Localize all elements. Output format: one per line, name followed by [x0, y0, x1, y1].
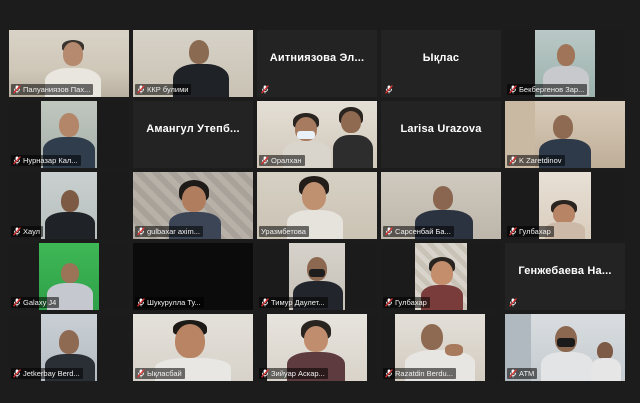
muted-mic-icon [509, 369, 517, 378]
name-label: Нурназар Кал... [11, 155, 81, 166]
muted-mic-icon [385, 298, 393, 307]
muted-mic-icon [137, 85, 145, 94]
muted-mic-icon [13, 156, 21, 165]
participant-tile[interactable]: Хаул [9, 172, 129, 239]
muted-mic-icon [137, 227, 145, 236]
name-label: Оралхан [259, 155, 305, 166]
participant-tile[interactable]: Сарсенбай Ба... [381, 172, 501, 239]
participant-tile[interactable]: Генжебаева На... [505, 243, 625, 310]
participant-tile[interactable]: Galaxy J4 [9, 243, 129, 310]
participant-tile[interactable]: Аитниязова Эл... [257, 30, 377, 97]
participant-name: Ықлас [422, 52, 460, 64]
participant-name: Генжебаева На... [518, 265, 612, 277]
participant-tile[interactable]: ATM [505, 314, 625, 381]
participant-tile[interactable]: Larisa Urazova [381, 101, 501, 168]
name-label: Jetkerbay Berd... [11, 368, 83, 379]
name-label: ККР булими [135, 84, 192, 95]
name-label: Гулбахар [383, 297, 430, 308]
participant-tile[interactable]: Тимур Даулет... [257, 243, 377, 310]
muted-mic-icon [261, 85, 269, 94]
participant-name: Larisa Urazova [400, 123, 482, 135]
muted-mic-icon [509, 85, 517, 94]
name-label: Бекбергенов Зар... [507, 84, 588, 95]
name-label [383, 84, 396, 95]
name-label: K Zaretdinov [507, 155, 565, 166]
name-label [259, 84, 272, 95]
name-label: ATM [507, 368, 538, 379]
participant-tile[interactable]: Гулбахар [505, 172, 625, 239]
muted-mic-icon [137, 298, 145, 307]
name-label [507, 297, 520, 308]
muted-mic-icon [137, 369, 145, 378]
name-label: gulbaxar axim... [135, 226, 203, 237]
participant-tile-active-speaker[interactable]: Уразмбетова [257, 172, 377, 239]
name-label: Galaxy J4 [11, 297, 60, 308]
name-label: Сарсенбай Ба... [383, 226, 454, 237]
name-label: Палуаниязов Пах... [11, 84, 94, 95]
participant-tile[interactable]: Бекбергенов Зар... [505, 30, 625, 97]
muted-mic-icon [13, 227, 21, 236]
name-label: Тимур Даулет... [259, 297, 328, 308]
participant-name: Аитниязова Эл... [269, 52, 365, 64]
muted-mic-icon [261, 298, 269, 307]
participant-tile[interactable]: K Zaretdinov [505, 101, 625, 168]
name-label: Гулбахар [507, 226, 554, 237]
participant-tile[interactable]: Нурназар Кал... [9, 101, 129, 168]
participant-tile[interactable]: Jetkerbay Berd... [9, 314, 129, 381]
muted-mic-icon [13, 369, 21, 378]
participant-tile[interactable]: Амангул Утепб... [133, 101, 253, 168]
muted-mic-icon [385, 227, 393, 236]
muted-mic-icon [385, 85, 393, 94]
participant-tile[interactable]: Оралхан [257, 101, 377, 168]
muted-mic-icon [509, 298, 517, 307]
muted-mic-icon [261, 369, 269, 378]
muted-mic-icon [261, 156, 269, 165]
name-label: Хаул [11, 226, 44, 237]
muted-mic-icon [385, 369, 393, 378]
video-gallery: Палуаниязов Пах... ККР булими Аитниязова… [0, 0, 640, 403]
name-label: Razatdin Berdu... [383, 368, 456, 379]
participant-tile[interactable]: Гулбахар [381, 243, 501, 310]
participant-tile[interactable]: Ықласбай [133, 314, 253, 381]
muted-mic-icon [509, 156, 517, 165]
muted-mic-icon [509, 227, 517, 236]
participant-tile[interactable]: Палуаниязов Пах... [9, 30, 129, 97]
participant-tile[interactable]: Ықлас [381, 30, 501, 97]
participant-tile[interactable]: Шукурулла Ту... [133, 243, 253, 310]
participant-tile[interactable]: gulbaxar axim... [133, 172, 253, 239]
name-label: Ықласбай [135, 368, 185, 379]
participant-tile[interactable]: Зийуар Аскар... [257, 314, 377, 381]
participant-tile[interactable]: ККР булими [133, 30, 253, 97]
name-label: Зийуар Аскар... [259, 368, 328, 379]
muted-mic-icon [13, 85, 21, 94]
name-label: Уразмбетова [259, 226, 309, 237]
participant-name: Амангул Утепб... [146, 123, 240, 135]
name-label: Шукурулла Ту... [135, 297, 204, 308]
participant-tile[interactable]: Razatdin Berdu... [381, 314, 501, 381]
muted-mic-icon [13, 298, 21, 307]
